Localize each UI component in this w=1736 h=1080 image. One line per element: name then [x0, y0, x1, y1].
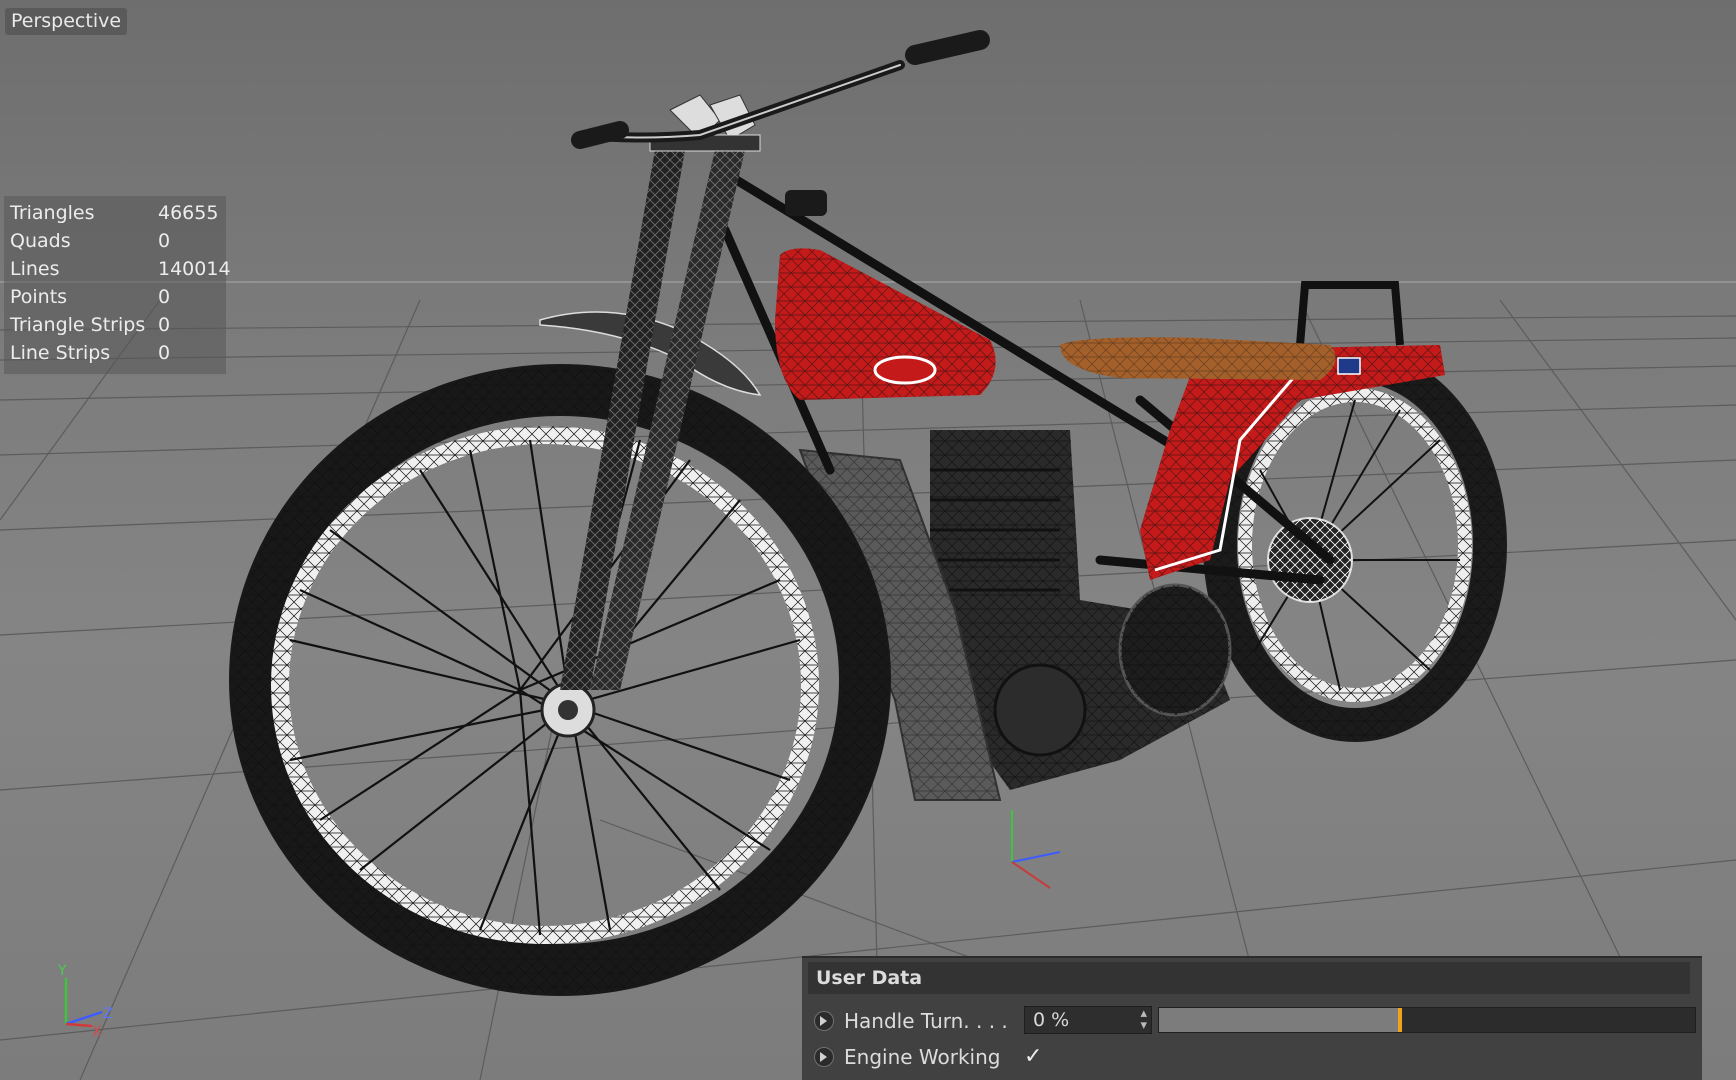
engine-working-label: Engine Working	[844, 1045, 1001, 1069]
stat-row-quads: Quads 0	[10, 227, 230, 255]
slider-handle[interactable]	[1398, 1008, 1403, 1032]
axis-y-label: Y	[58, 963, 67, 979]
scene-stats-overlay: Triangles 46655 Quads 0 Lines 140014 Poi…	[4, 196, 231, 374]
stat-row-lines: Lines 140014	[10, 255, 231, 283]
stat-row-triangles: Triangles 46655	[10, 199, 230, 227]
slider-fill	[1159, 1008, 1401, 1032]
seat-loop	[1296, 281, 1404, 346]
stat-value: 0	[158, 286, 171, 308]
stat-value: 0	[158, 230, 171, 252]
viewport-name-label[interactable]: Perspective	[5, 8, 128, 35]
fuel-cap	[785, 190, 827, 216]
stat-value: 0	[158, 342, 171, 364]
axis-x-label: X	[92, 1024, 102, 1040]
handle-turn-label: Handle Turn. . . .	[844, 1009, 1008, 1033]
stat-row-points: Points 0	[10, 283, 230, 311]
spinner-icon[interactable]: ▴ ▾	[1140, 1007, 1147, 1032]
stat-label: Triangles	[10, 202, 95, 224]
flag-decal	[1337, 357, 1361, 375]
stat-label: Quads	[10, 230, 71, 252]
handle-turn-slider[interactable]	[1158, 1007, 1696, 1033]
stat-value: 46655	[158, 202, 219, 224]
origin-axis-gizmo	[1011, 810, 1061, 889]
handle-turn-input[interactable]: 0 % ▴ ▾	[1024, 1006, 1152, 1034]
checkbox-icon[interactable]: ✓	[1024, 1042, 1042, 1072]
stat-value: 0	[158, 314, 171, 336]
engine-working-row: Engine Working ✓	[814, 1042, 1694, 1072]
stat-label: Line Strips	[10, 342, 111, 364]
user-data-panel: User Data Handle Turn. . . . 0 % ▴ ▾ Engi…	[802, 956, 1702, 1080]
stat-label: Lines	[10, 258, 60, 280]
viewport-perspective[interactable]: Perspective Triangles 46655 Quads 0 Line…	[0, 0, 1736, 1080]
user-data-title: User Data	[808, 962, 1690, 994]
handle-turn-row: Handle Turn. . . . 0 % ▴ ▾	[814, 1006, 1696, 1036]
stat-row-line-strips: Line Strips 0	[10, 339, 230, 367]
animate-icon[interactable]	[814, 1047, 834, 1067]
front-wheel	[229, 364, 891, 996]
handle-turn-value: 0 %	[1033, 1009, 1070, 1031]
handlebars	[571, 30, 990, 149]
stat-label: Points	[10, 286, 68, 308]
stat-row-triangle-strips: Triangle Strips 0	[10, 311, 230, 339]
stat-label: Triangle Strips	[10, 314, 146, 336]
stat-value: 140014	[158, 258, 231, 280]
tank-logo	[873, 355, 937, 385]
animate-icon[interactable]	[814, 1011, 834, 1031]
motorcycle-scene[interactable]	[0, 0, 1736, 1080]
axis-z-label: Z	[103, 1006, 113, 1022]
